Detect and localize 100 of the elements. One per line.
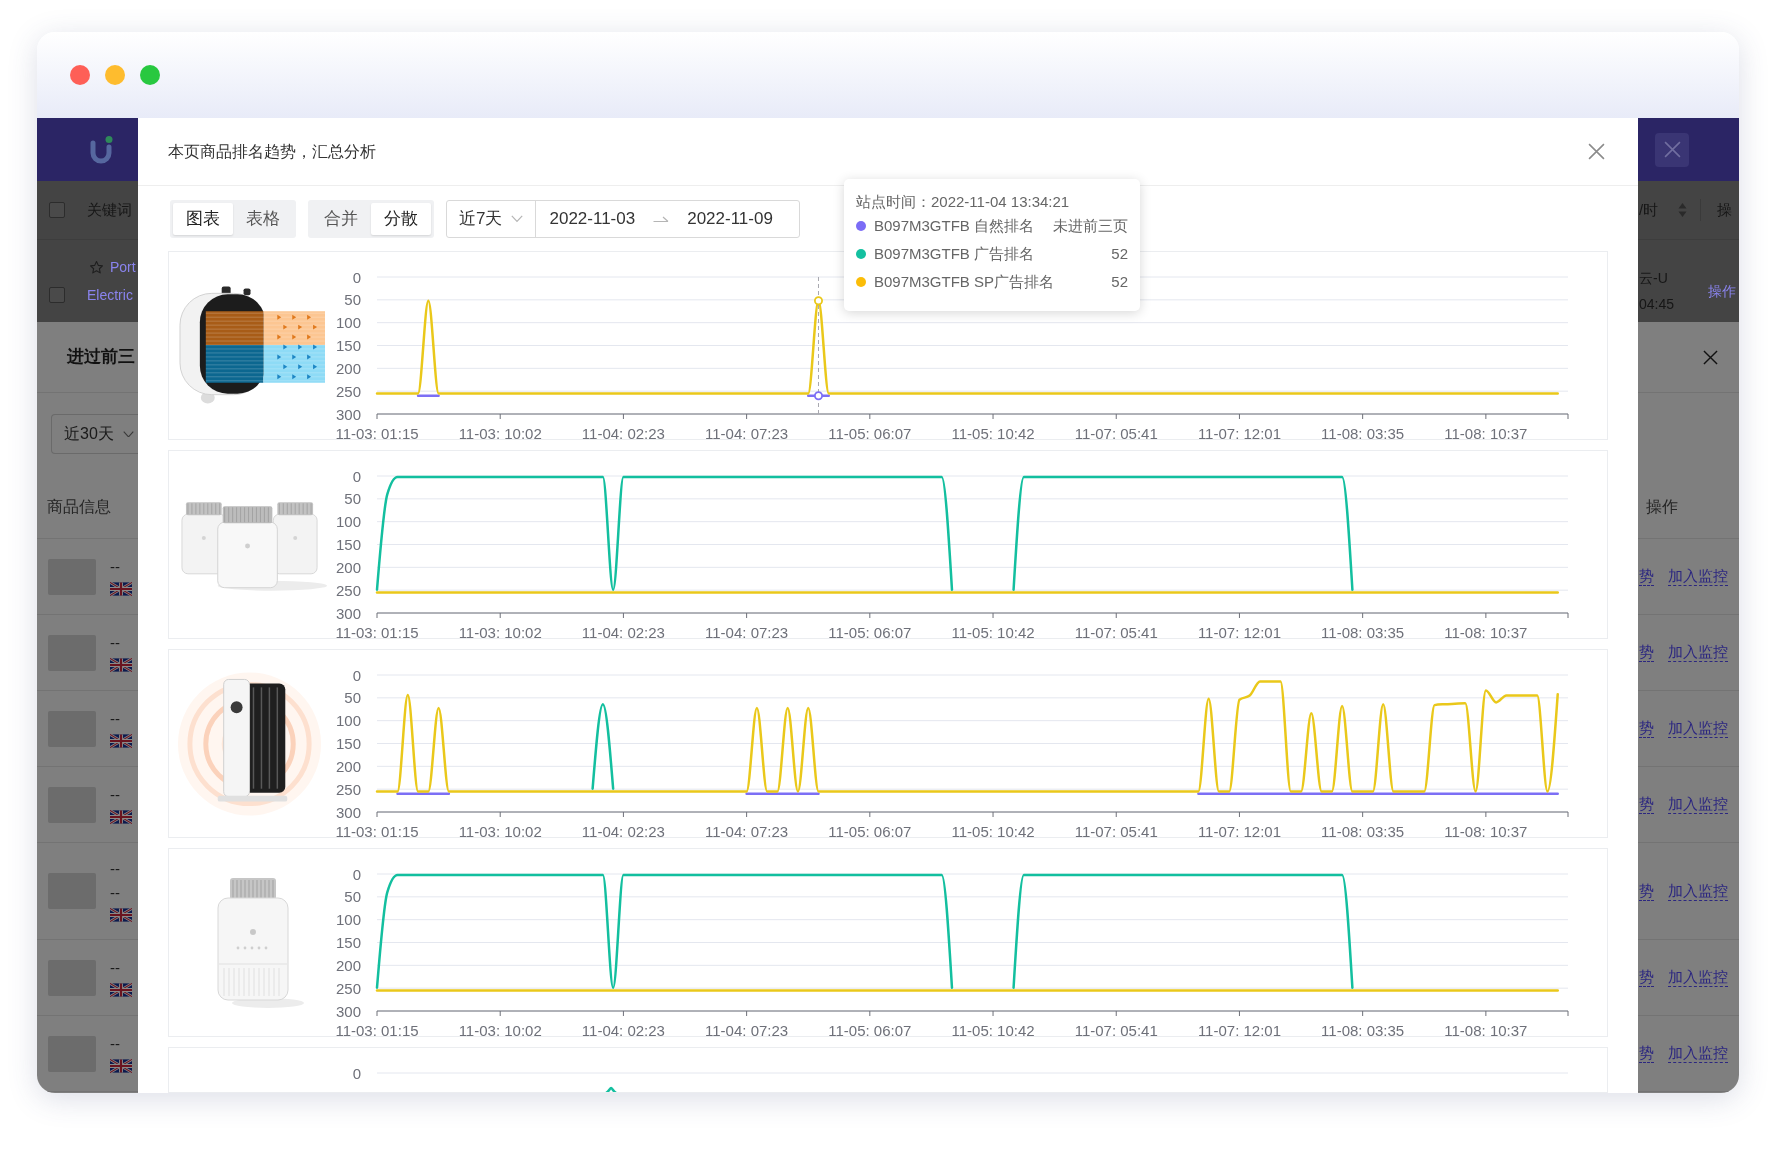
close-button[interactable] [1655, 132, 1689, 167]
x-tick-label: 11-08: 03:35 [1321, 822, 1405, 837]
trend-link[interactable]: 势 [1639, 567, 1654, 586]
action-link[interactable]: 操作 [1708, 280, 1736, 302]
y-tick-label: 300 [335, 803, 361, 821]
view-tab[interactable]: 图表 [173, 203, 233, 235]
monitor-link[interactable]: 加入监控 [1668, 968, 1728, 987]
x-tick-label: 11-08: 10:37 [1444, 822, 1528, 837]
uk-flag-icon [110, 1058, 132, 1073]
x-tick-label: 11-04: 02:23 [581, 623, 665, 638]
checkbox[interactable] [49, 202, 65, 218]
x-tick-label: 11-04: 02:23 [581, 822, 665, 837]
x-tick-label: 11-04: 07:23 [705, 822, 789, 837]
y-tick-label: 50 [344, 490, 361, 508]
y-tick-label: 300 [335, 405, 361, 423]
x-tick-label: 11-04: 02:23 [581, 424, 665, 439]
monitor-link[interactable]: 加入监控 [1668, 881, 1728, 901]
y-tick-label: 300 [335, 1002, 361, 1020]
trend-link[interactable]: 势 [1639, 795, 1654, 814]
tooltip-time: 站点时间：2022-11-04 13:34:21 [856, 192, 1071, 212]
y-tick-label: 300 [335, 604, 361, 622]
y-tick-label: 100 [335, 314, 361, 332]
y-tick-label: 50 [344, 689, 361, 707]
monitor-link[interactable]: 加入监控 [1668, 643, 1728, 662]
y-tick-label: 100 [335, 911, 361, 929]
monitor-link[interactable]: 加入监控 [1668, 1044, 1728, 1063]
product-title-link[interactable]: Electric [87, 284, 133, 306]
empty-value: -- [110, 709, 120, 728]
y-tick-label: 200 [335, 757, 361, 775]
trend-link[interactable]: 势 [1639, 1044, 1654, 1063]
modal-title: 本页商品排名趋势，汇总分析 [168, 141, 376, 162]
x-tick-label: 11-03: 10:02 [458, 623, 542, 638]
start-date-field[interactable]: 2022-11-03 [536, 201, 654, 237]
window-close-icon[interactable] [70, 65, 90, 85]
uk-flag-icon [110, 657, 132, 672]
y-tick-label: 150 [335, 735, 361, 752]
y-tick-label: 250 [335, 581, 361, 599]
mode-tab[interactable]: 分散 [371, 203, 431, 235]
y-tick-label: 200 [335, 558, 361, 576]
y-tick-label: 100 [335, 513, 361, 531]
window-zoom-icon[interactable] [140, 65, 160, 85]
data-point-marker [814, 391, 823, 401]
trend-link[interactable]: 势 [1639, 881, 1654, 901]
x-tick-label: 11-07: 05:41 [1074, 424, 1158, 439]
y-tick-label: 150 [335, 337, 361, 354]
series-label: B097M3GTFB SP广告排名 [874, 271, 1055, 292]
x-tick-label: 11-05: 10:42 [951, 1021, 1035, 1036]
view-tab[interactable]: 表格 [233, 203, 293, 235]
y-tick-label: 50 [344, 291, 361, 309]
close-icon [1663, 141, 1681, 158]
x-tick-label: 11-03: 01:15 [335, 424, 419, 439]
chart-line-drawing [604, 1086, 618, 1092]
logo-icon [89, 134, 113, 165]
x-tick-label: 11-04: 07:23 [705, 623, 789, 638]
x-tick-label: 11-04: 07:23 [705, 1021, 789, 1036]
monitor-link[interactable]: 加入监控 [1668, 719, 1728, 738]
arrow-right-icon [653, 215, 670, 223]
y-tick-label: 0 [352, 268, 361, 286]
x-tick-label: 11-08: 03:35 [1321, 424, 1405, 439]
range-preset-select[interactable]: 近7天 [447, 201, 537, 237]
data-point-marker [814, 296, 823, 306]
close-icon[interactable] [1703, 349, 1718, 365]
monitor-link[interactable]: 加入监控 [1668, 567, 1728, 586]
trend-link[interactable]: 势 [1639, 643, 1654, 662]
trend-link[interactable]: 势 [1639, 719, 1654, 738]
uk-flag-icon [110, 908, 132, 922]
x-tick-label: 11-04: 02:23 [581, 1021, 665, 1036]
product-title-link[interactable]: Port [110, 256, 136, 278]
x-tick-label: 11-03: 01:15 [335, 822, 419, 837]
uk-flag-icon [110, 581, 132, 596]
empty-value: -- [110, 958, 120, 977]
series-label: B097M3GTFB 广告排名 [874, 243, 1035, 264]
end-date-field[interactable]: 2022-11-09 [669, 201, 799, 237]
x-tick-label: 11-08: 10:37 [1444, 1021, 1528, 1036]
chevron-down-icon [122, 430, 134, 438]
x-tick-label: 11-04: 07:23 [705, 424, 789, 439]
empty-value: -- [110, 633, 120, 652]
x-tick-label: 11-03: 01:15 [335, 1021, 419, 1036]
star-icon[interactable] [89, 259, 104, 275]
x-tick-label: 11-07: 05:41 [1074, 623, 1158, 638]
window-minimize-icon[interactable] [105, 65, 125, 85]
sort-icon[interactable] [1678, 202, 1688, 218]
y-tick-label: 150 [335, 934, 361, 951]
y-tick-label: 100 [335, 712, 361, 730]
x-tick-label: 11-05: 10:42 [951, 424, 1035, 439]
x-tick-label: 11-07: 05:41 [1074, 822, 1158, 837]
monitor-link[interactable]: 加入监控 [1668, 795, 1728, 814]
mode-tab[interactable]: 合并 [311, 203, 371, 235]
y-tick-label: 0 [352, 865, 361, 883]
column-header: 操作 [1646, 496, 1678, 517]
x-tick-label: 11-08: 10:37 [1444, 623, 1528, 638]
uk-flag-icon [110, 809, 132, 824]
x-tick-label: 11-03: 10:02 [458, 1021, 542, 1036]
y-tick-label: 150 [335, 536, 361, 553]
checkbox[interactable] [49, 287, 65, 303]
column-header: 商品信息 [47, 496, 111, 517]
x-tick-label: 11-03: 01:15 [335, 623, 419, 638]
trend-link[interactable]: 势 [1639, 968, 1654, 987]
close-icon[interactable] [1588, 143, 1605, 160]
y-tick-label: 200 [335, 359, 361, 377]
